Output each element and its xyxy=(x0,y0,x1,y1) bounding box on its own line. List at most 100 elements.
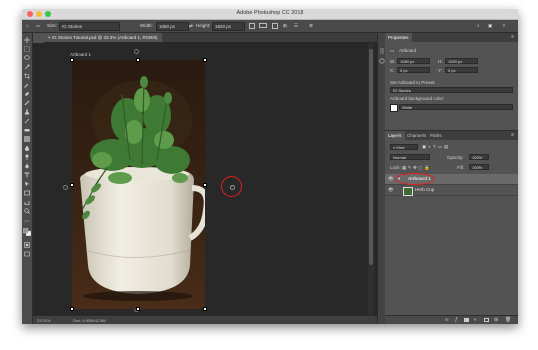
healing-brush-tool-icon[interactable] xyxy=(24,91,30,97)
h-label: H: xyxy=(438,59,443,64)
distribute-icon[interactable]: ☰ xyxy=(294,22,298,29)
document-tab-bar: × IG Stories Tutorial.psd @ 33.3% (Artbo… xyxy=(44,33,377,43)
panel-menu-icon[interactable]: ≡ xyxy=(511,34,514,40)
artboard-tool-icon[interactable]: ▭ xyxy=(36,22,40,29)
document-tab-label: IG Stories Tutorial.psd @ 33.3% (Artboar… xyxy=(51,35,158,40)
tab-paths[interactable]: Paths xyxy=(427,131,445,140)
artboard-handle-tc[interactable] xyxy=(136,58,140,62)
history-brush-tool-icon[interactable] xyxy=(24,118,30,124)
artboard-handle-bl[interactable] xyxy=(70,307,74,311)
layers-footer: ∞ ƒ ◐ ⊞ 🗑 xyxy=(385,315,518,324)
eraser-tool-icon[interactable] xyxy=(24,127,30,133)
artboard-handle-br[interactable] xyxy=(203,307,207,311)
swap-icon[interactable]: ⇄ xyxy=(189,22,193,29)
hand-tool-icon[interactable] xyxy=(24,199,30,205)
bg-color-swatch[interactable] xyxy=(390,104,398,112)
layers-menu-icon[interactable]: ≡ xyxy=(511,132,514,138)
canvas-scroll-thumb[interactable] xyxy=(369,49,373,265)
add-artboard-left-icon[interactable] xyxy=(63,185,68,190)
search-icon[interactable]: ⌕ xyxy=(477,22,480,29)
align-icon[interactable]: ⊞ xyxy=(283,22,287,29)
layer-row-herb-cup[interactable]: 👁 Herb Cup xyxy=(385,185,518,196)
landscape-icon[interactable] xyxy=(259,23,267,28)
layer-style-icon[interactable]: ƒ xyxy=(455,317,458,323)
gear-icon[interactable]: ⚙ xyxy=(309,22,313,29)
height-label: Height: xyxy=(196,23,211,28)
more-tools-icon[interactable] xyxy=(24,218,30,224)
home-icon[interactable]: ⌂ xyxy=(26,22,29,29)
properties-panel: Properties ≡ ▭ Artboard W: 1080 px H: 19… xyxy=(385,33,518,129)
zoom-level[interactable]: 33.33% xyxy=(37,316,51,324)
quick-select-tool-icon[interactable] xyxy=(24,64,30,70)
artboard-handle-tl[interactable] xyxy=(70,58,74,62)
link-layers-icon[interactable]: ∞ xyxy=(445,317,449,323)
color-swatches-icon[interactable] xyxy=(23,228,31,236)
type-tool-icon[interactable] xyxy=(24,172,30,178)
layer-filter-icons[interactable]: ▣◐T▭▤ xyxy=(422,144,450,150)
crop-tool-icon[interactable] xyxy=(24,73,30,79)
artboard-handle-tr[interactable] xyxy=(203,58,207,62)
adjustment-layer-icon[interactable]: ◐ xyxy=(474,317,477,323)
tab-channels[interactable]: Channels xyxy=(404,131,429,140)
clone-stamp-tool-icon[interactable] xyxy=(24,109,30,115)
add-artboard-icon[interactable] xyxy=(272,23,278,29)
size-preset-select[interactable]: IG Stories xyxy=(59,22,120,31)
workspace-icon[interactable]: ▣ xyxy=(488,22,492,29)
width-label: Width: xyxy=(140,23,153,28)
filter-kind-select[interactable]: ⌕ Kind xyxy=(390,144,418,150)
move-tool-icon[interactable] xyxy=(24,37,30,43)
brush-tool-icon[interactable] xyxy=(24,100,30,106)
artboard-handle-ml[interactable] xyxy=(70,183,74,187)
lock-icons[interactable]: ▦✎✥▢🔒 xyxy=(402,165,431,171)
zoom-tool-icon[interactable] xyxy=(24,208,30,214)
rectangle-tool-icon[interactable] xyxy=(24,190,30,196)
blur-tool-icon[interactable] xyxy=(24,145,30,151)
path-selection-tool-icon[interactable] xyxy=(24,181,30,187)
eyedropper-tool-icon[interactable] xyxy=(24,82,30,88)
screen-mode-icon[interactable] xyxy=(24,251,30,257)
highlight-circle-add-artboard xyxy=(221,176,242,197)
dodge-tool-icon[interactable] xyxy=(24,154,30,160)
tab-properties[interactable]: Properties xyxy=(385,33,412,42)
fill-input[interactable]: 100% xyxy=(469,164,489,170)
document-tab[interactable]: × IG Stories Tutorial.psd @ 33.3% (Artbo… xyxy=(44,33,162,42)
marquee-tool-icon[interactable] xyxy=(24,46,30,52)
blend-mode-select[interactable]: Normal xyxy=(390,154,430,160)
trash-icon[interactable]: 🗑 xyxy=(505,317,511,323)
opacity-input[interactable]: 100% xyxy=(469,154,489,160)
quick-mask-icon[interactable] xyxy=(24,242,30,248)
options-bar: ⌂ ▭ Size: IG Stories Width: 1080 px ⇄ He… xyxy=(22,20,518,33)
group-folder-icon[interactable] xyxy=(484,318,489,322)
share-icon[interactable]: ⇪ xyxy=(502,22,506,29)
artboard-handle-bc[interactable] xyxy=(136,307,140,311)
artboard-width-input[interactable]: 1080 px xyxy=(397,58,430,64)
artboard-y-input[interactable]: 0 px xyxy=(445,67,478,73)
layer-mask-icon[interactable] xyxy=(464,318,469,322)
size-label: Size: xyxy=(47,23,58,28)
visibility-eye-icon[interactable]: 👁 xyxy=(388,174,394,184)
portrait-icon[interactable] xyxy=(249,23,255,29)
lasso-tool-icon[interactable] xyxy=(24,55,30,61)
gradient-tool-icon[interactable] xyxy=(24,136,30,142)
height-input[interactable]: 1920 px xyxy=(212,22,245,31)
width-input[interactable]: 1080 px xyxy=(156,22,189,31)
bg-color-select[interactable]: White xyxy=(399,104,513,110)
add-artboard-top-icon[interactable] xyxy=(134,49,139,54)
pen-tool-icon[interactable] xyxy=(24,163,30,169)
canvas-vertical-scrollbar[interactable] xyxy=(368,43,374,315)
tab-layers[interactable]: Layers xyxy=(385,131,405,140)
app-title: Adobe Photoshop CC 2018 xyxy=(236,10,304,16)
artboard-label[interactable]: Artboard 1 xyxy=(70,52,91,57)
artboard-photo[interactable] xyxy=(72,60,205,309)
opacity-label: Opacity: xyxy=(447,155,464,160)
new-layer-icon[interactable]: ⊞ xyxy=(494,317,498,323)
artboard-height-input[interactable]: 1920 px xyxy=(445,58,478,64)
canvas-area[interactable]: Artboard 1 xyxy=(33,43,377,315)
highlight-circle-artboard-layer xyxy=(395,173,435,185)
document-info[interactable]: Doc: 5.93M/42.5M xyxy=(73,316,106,324)
visibility-eye-icon[interactable]: 👁 xyxy=(388,185,394,195)
artboard-x-input[interactable]: 0 px xyxy=(397,67,430,73)
artboard-handle-mr[interactable] xyxy=(203,183,207,187)
status-bar: 33.33% Doc: 5.93M/42.5M xyxy=(33,315,377,324)
preset-select[interactable]: IG Stories xyxy=(390,87,513,93)
